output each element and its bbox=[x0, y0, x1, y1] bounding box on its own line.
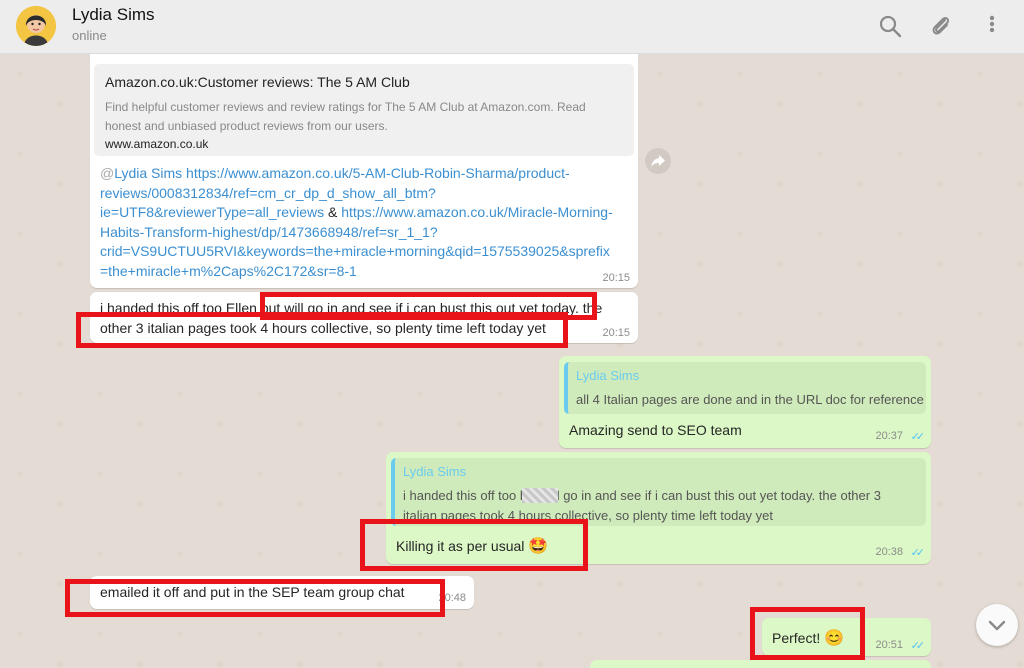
chat-area[interactable]: Amazon.co.uk:Customer reviews: The 5 AM … bbox=[0, 54, 1024, 668]
avatar[interactable] bbox=[16, 6, 56, 46]
read-ticks-icon: ✓✓ bbox=[910, 431, 926, 443]
highlight-box bbox=[65, 579, 445, 617]
link-1-part1[interactable]: https://www.amazon.co.uk/5-AM-Club-Robin… bbox=[182, 165, 570, 181]
message-time: 20:37 bbox=[875, 430, 903, 442]
quoted-sender: Lydia Sims bbox=[576, 368, 640, 383]
quoted-message[interactable]: Lydia Sims all 4 Italian pages are done … bbox=[564, 362, 926, 414]
quoted-line1: i handed this off too but will go in and… bbox=[403, 488, 881, 503]
outgoing-message-amazing[interactable]: Lydia Sims all 4 Italian pages are done … bbox=[559, 356, 931, 448]
link-1-part2[interactable]: reviews/0008312834/ref=cm_cr_dp_d_show_a… bbox=[100, 184, 613, 204]
outgoing-message-partial[interactable] bbox=[590, 660, 931, 668]
link-preview-desc-line1: Find helpful customer reviews and review… bbox=[105, 100, 586, 114]
paperclip-icon[interactable] bbox=[927, 12, 955, 40]
link-preview-desc-line2: honest and unbiased product reviews from… bbox=[105, 119, 388, 133]
incoming-message-link[interactable]: Amazon.co.uk:Customer reviews: The 5 AM … bbox=[90, 54, 638, 288]
link-preview-title: Amazon.co.uk:Customer reviews: The 5 AM … bbox=[105, 74, 410, 90]
link-2-part2[interactable]: Habits-Transform-highest/dp/1473668948/r… bbox=[100, 223, 613, 243]
link-2-part4[interactable]: =the+miracle+m%2Caps%2C172&sr=8-1 bbox=[100, 262, 613, 282]
contact-name[interactable]: Lydia Sims bbox=[72, 5, 155, 25]
forward-icon[interactable] bbox=[645, 148, 671, 174]
chat-header: Lydia Sims online bbox=[0, 0, 1024, 54]
link-preview-description: Find helpful customer reviews and review… bbox=[105, 98, 586, 136]
mention-at: @ bbox=[100, 165, 115, 181]
mention-name[interactable]: Lydia Sims bbox=[114, 165, 182, 181]
highlight-box bbox=[76, 312, 568, 348]
quoted-message[interactable]: Lydia Sims i handed this off too but wil… bbox=[391, 458, 926, 526]
more-vertical-icon[interactable] bbox=[978, 12, 1006, 40]
link-preview-card[interactable]: Amazon.co.uk:Customer reviews: The 5 AM … bbox=[94, 64, 634, 156]
message-time: 20:51 bbox=[875, 639, 903, 651]
highlight-box bbox=[750, 607, 865, 660]
link-2-part3[interactable]: crid=VS9UCTUU5RVI&keywords=the+miracle+m… bbox=[100, 242, 613, 262]
read-ticks-icon: ✓✓ bbox=[910, 547, 926, 559]
search-icon[interactable] bbox=[876, 12, 904, 40]
message-text: Amazing send to SEO team bbox=[569, 422, 742, 438]
message-time: 20:38 bbox=[875, 546, 903, 558]
link-1-part3[interactable]: ie=UTF8&reviewerType=all_reviews bbox=[100, 204, 324, 220]
read-ticks-icon: ✓✓ bbox=[910, 640, 926, 652]
redacted-block bbox=[522, 488, 558, 503]
message-time: 20:15 bbox=[602, 272, 630, 284]
scroll-down-button[interactable] bbox=[976, 604, 1018, 646]
quoted-sender: Lydia Sims bbox=[403, 464, 467, 479]
contact-status: online bbox=[72, 28, 107, 43]
link-2-part1[interactable]: https://www.amazon.co.uk/Miracle-Morning… bbox=[341, 204, 613, 220]
link-preview-domain: www.amazon.co.uk bbox=[105, 137, 209, 151]
highlight-box bbox=[360, 519, 588, 571]
message-time: 20:15 bbox=[602, 327, 630, 339]
quoted-text: all 4 Italian pages are done and in the … bbox=[576, 392, 924, 407]
link-message-text: @Lydia Sims https://www.amazon.co.uk/5-A… bbox=[100, 164, 613, 281]
chevron-down-icon bbox=[988, 620, 1006, 631]
ampersand-text: & bbox=[324, 204, 342, 220]
